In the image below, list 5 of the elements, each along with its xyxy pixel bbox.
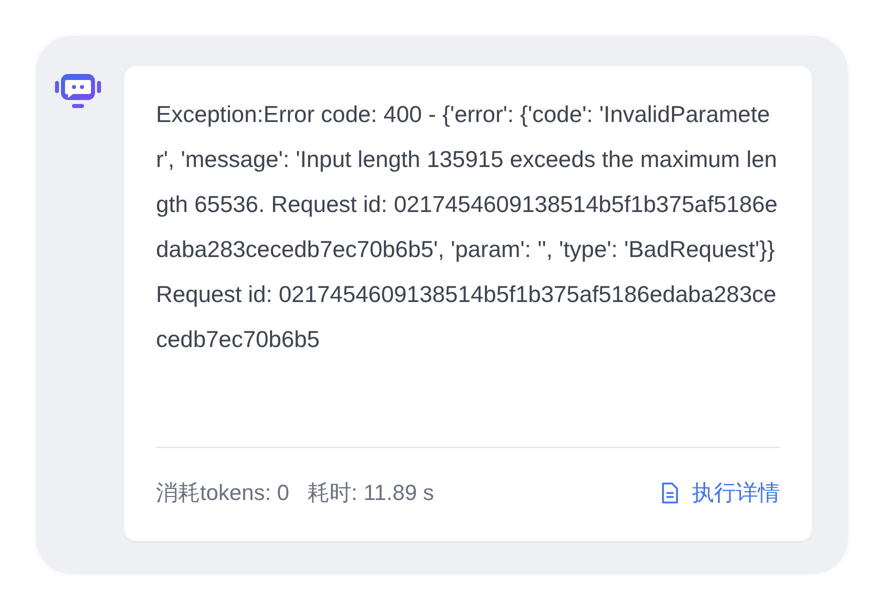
- elapsed-time: 耗时: 11.89 s: [307, 479, 434, 507]
- error-message: Exception:Error code: 400 - {'error': {'code': 'InvalidParameter', 'message': 'Input length 135915 exceeds the maximum length 65536. Request id: 0217454609138514b5f1b375af5186edaba283cecedb7ec70b6b5', 'param': '', 'type': 'BadRequest'}} Request id: 0217454609138514b5f1b375af5186edaba283cecedb7ec70b6b5: [156, 100, 779, 354]
- document-icon: [660, 482, 680, 504]
- token-count: 消耗tokens: 0: [156, 479, 290, 507]
- details-link[interactable]: 执行详情: [660, 478, 780, 508]
